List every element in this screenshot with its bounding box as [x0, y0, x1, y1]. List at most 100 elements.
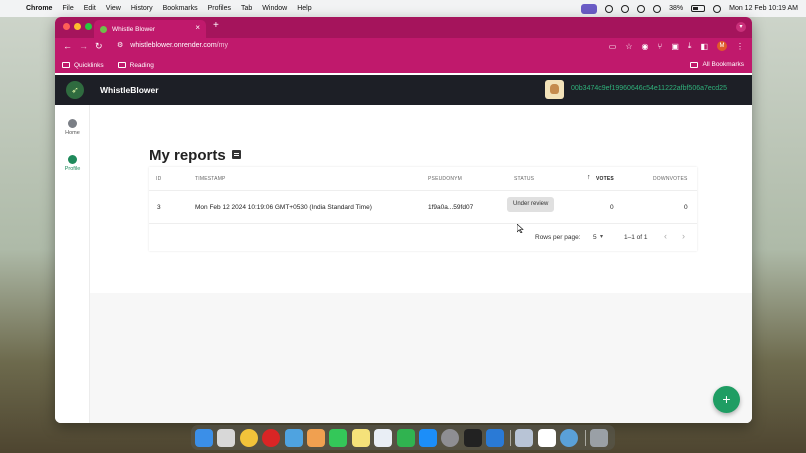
forward-icon[interactable]: →: [79, 41, 88, 51]
user-avatar[interactable]: [545, 80, 564, 99]
menu-help[interactable]: Help: [297, 5, 311, 12]
sidebar-item-home[interactable]: Home: [55, 119, 90, 136]
facetime-icon[interactable]: [329, 428, 348, 447]
close-tab-icon[interactable]: ×: [195, 23, 200, 32]
clip-icon[interactable]: [605, 4, 614, 13]
sidebar-item-label: Home: [65, 130, 80, 136]
browser-tab[interactable]: Whistle Blower ×: [94, 20, 206, 38]
clock[interactable]: Mon 12 Feb 10:19 AM: [729, 5, 798, 12]
favicon-icon: [100, 25, 107, 33]
add-report-button[interactable]: +: [713, 386, 740, 413]
tab-search-icon[interactable]: ▾: [736, 22, 746, 32]
main-content: My reports ID TIMESTAMP PSEUDONYM STATUS…: [90, 105, 752, 423]
cast-icon[interactable]: ▭: [609, 42, 617, 51]
menu-window[interactable]: Window: [262, 5, 287, 12]
profile-avatar[interactable]: M: [717, 41, 727, 51]
cell-timestamp: Mon Feb 12 2024 10:19:06 GMT+0530 (India…: [195, 204, 372, 211]
photos-icon[interactable]: [306, 428, 325, 447]
column-header-id[interactable]: ID: [156, 176, 161, 182]
bookmark-reading[interactable]: Reading: [117, 61, 154, 69]
rows-per-page-select[interactable]: 5: [593, 234, 597, 241]
terminal-icon[interactable]: [463, 428, 482, 447]
all-bookmarks[interactable]: All Bookmarks: [690, 61, 744, 68]
tab-strip: Whistle Blower × + ▾: [55, 17, 752, 38]
wifi-icon[interactable]: [653, 4, 662, 13]
launchpad-icon[interactable]: [217, 428, 236, 447]
bookmark-quicklinks[interactable]: Quicklinks: [62, 62, 104, 69]
site-settings-icon[interactable]: ⚙: [117, 41, 123, 49]
menu-view[interactable]: View: [106, 5, 121, 12]
reports-table: ID TIMESTAMP PSEUDONYM STATUS ↑ VOTES DO…: [149, 167, 697, 251]
screen-record-icon[interactable]: [581, 3, 598, 14]
page-title: My reports: [149, 147, 226, 164]
mouse-cursor-icon: [517, 224, 524, 233]
content-footer-area: [90, 293, 752, 423]
tab-title: Whistle Blower: [112, 25, 155, 33]
dock-divider: [584, 429, 586, 446]
downloads-icon[interactable]: [560, 428, 579, 447]
notes-icon[interactable]: [351, 428, 370, 447]
cell-id: 3: [157, 204, 161, 211]
sidebar: Home Profile: [55, 105, 90, 423]
reload-icon[interactable]: ↻: [95, 41, 103, 52]
app-store-icon[interactable]: [418, 428, 437, 447]
new-tab-button[interactable]: +: [213, 20, 219, 31]
app-header: ➶ WhistleBlower 00b3474c9ef19960646c54e1…: [55, 75, 752, 105]
back-icon[interactable]: ←: [63, 41, 72, 51]
minimize-window-button[interactable]: [74, 23, 81, 30]
screenshot-folder-icon[interactable]: [515, 428, 534, 447]
zoom-window-button[interactable]: [85, 23, 92, 30]
menu-app-name[interactable]: Chrome: [26, 5, 52, 12]
vscode-icon[interactable]: [486, 428, 505, 447]
trash-icon[interactable]: [589, 428, 608, 447]
browser-toolbar: ← → ↻ ⚙ whistleblower.onrender.com/my ▭ …: [55, 38, 752, 57]
menu-edit[interactable]: Edit: [84, 5, 96, 12]
folder-icon: [690, 61, 699, 68]
download-icon[interactable]: ⤓: [688, 41, 692, 51]
previous-page-button[interactable]: ‹: [664, 231, 667, 241]
brand-name[interactable]: WhistleBlower: [100, 85, 159, 95]
connect-icon[interactable]: ⑂: [658, 42, 663, 51]
more-menu-icon[interactable]: ⋮: [736, 42, 744, 51]
column-header-downvotes[interactable]: DOWNVOTES: [653, 176, 688, 182]
sort-arrow-up-icon[interactable]: ↑: [587, 174, 591, 181]
numbers-icon[interactable]: [396, 428, 415, 447]
whistle-logo-icon[interactable]: ➶: [66, 81, 84, 99]
column-header-votes[interactable]: VOTES: [596, 176, 614, 182]
menu-bookmarks[interactable]: Bookmarks: [163, 5, 198, 12]
pagination-range: 1–1 of 1: [624, 234, 648, 241]
menu-profiles[interactable]: Profiles: [208, 5, 231, 12]
wallet-address[interactable]: 00b3474c9ef19960646c54e11222afbf506a7ecd…: [571, 85, 727, 92]
sound-icon[interactable]: [621, 4, 630, 13]
brightness-icon[interactable]: [637, 4, 646, 13]
menu-file[interactable]: File: [62, 5, 73, 12]
chrome-icon[interactable]: [239, 428, 258, 447]
preview-icon[interactable]: [284, 428, 303, 447]
search-icon[interactable]: [713, 4, 722, 13]
bookmark-label: Reading: [129, 61, 154, 69]
close-window-button[interactable]: [63, 23, 70, 30]
system-settings-icon[interactable]: [441, 428, 460, 447]
extensions-icon[interactable]: ▣: [671, 42, 679, 51]
extension-avatar-icon[interactable]: ◉: [642, 42, 649, 51]
battery-icon[interactable]: [691, 5, 706, 12]
column-header-timestamp[interactable]: TIMESTAMP: [195, 176, 226, 182]
menu-tab[interactable]: Tab: [241, 5, 252, 12]
address-bar[interactable]: ⚙ whistleblower.onrender.com/my: [117, 41, 228, 50]
next-page-button[interactable]: ›: [682, 231, 685, 241]
side-panel-icon[interactable]: ◧: [700, 42, 708, 51]
menu-history[interactable]: History: [131, 5, 153, 12]
freeform-icon[interactable]: [374, 428, 393, 447]
column-header-status[interactable]: STATUS: [514, 176, 534, 182]
table-row[interactable]: 3 Mon Feb 12 2024 10:19:06 GMT+0530 (Ind…: [149, 191, 697, 224]
finder-icon[interactable]: [195, 428, 213, 447]
bookmark-star-icon[interactable]: ☆: [625, 42, 632, 51]
opera-icon[interactable]: [262, 428, 281, 447]
column-header-pseudonym[interactable]: PSEUDONYM: [428, 176, 462, 182]
all-bookmarks-label: All Bookmarks: [702, 61, 744, 68]
calendar-icon[interactable]: [537, 428, 556, 447]
folder-icon: [62, 62, 70, 68]
sidebar-item-profile[interactable]: Profile: [55, 155, 90, 172]
chevron-down-icon[interactable]: ▾: [600, 233, 603, 240]
macos-menubar: Chrome File Edit View History Bookmarks …: [0, 0, 806, 17]
